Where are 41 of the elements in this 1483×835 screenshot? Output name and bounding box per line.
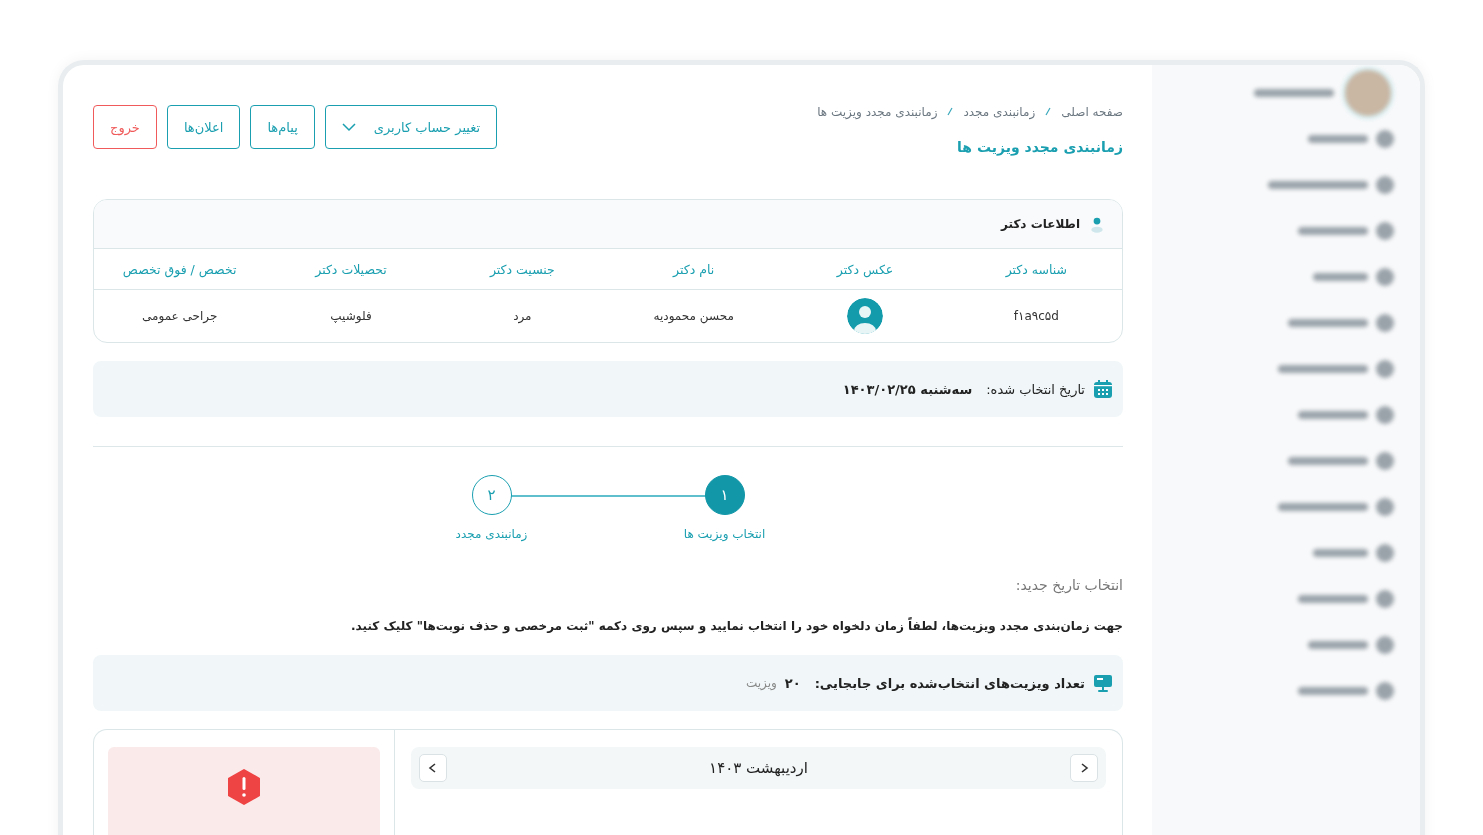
count-unit: ویزیت <box>745 676 777 690</box>
date-label: تاریخ انتخاب شده: <box>986 381 1085 397</box>
chevron-down-icon <box>341 122 356 132</box>
section-label: انتخاب تاریخ جدید: <box>1014 577 1123 593</box>
table-cell-text: فلوشیپ <box>329 308 373 325</box>
date-value: سه‌شنبه ۱۴۰۳/۰۲/۲۵ <box>842 381 973 397</box>
account-dropdown[interactable]: تغییر حساب کاربری <box>324 105 498 149</box>
step-circle: ۱ <box>704 475 745 515</box>
card-title: اطلاعات دکتر <box>1001 217 1080 231</box>
header-button[interactable]: پیام‌ها <box>250 105 315 149</box>
table-cell-text: محسن محمودیه <box>652 308 735 326</box>
table-cell-text: جراحی عمومی <box>141 308 219 326</box>
column-header: تخصص / فوق تخصص <box>94 249 266 290</box>
column-header: شناسه دکتر <box>950 249 1122 290</box>
monitor-icon <box>1093 673 1113 693</box>
column-header: تحصیلات دکتر <box>265 249 437 290</box>
page-title: زمانبندی مجدد ویزیت ها <box>956 139 1123 155</box>
breadcrumb-link[interactable]: زمانبندی مجدد ویزیت ها <box>817 105 938 119</box>
column-header: جنسیت دکتر <box>436 249 608 290</box>
instruction-text: جهت زمان‌بندی مجدد ویزیت‌ها، لطفاً زمان دلخواه خود را انتخاب نمایید و سپس روی دکمه "ثبت مرخصی و حذف نوبت‌ها" کلیک کنید. <box>350 619 1123 633</box>
prev-month-button[interactable] <box>419 754 447 782</box>
count-value: ۲۰ <box>784 675 801 691</box>
breadcrumb-link[interactable]: زمانبندی مجدد <box>963 105 1036 119</box>
next-month-button[interactable] <box>1070 754 1098 782</box>
step-circle: ۲ <box>471 475 512 515</box>
chevron-left-icon <box>428 763 438 773</box>
calendar-icon <box>1093 379 1113 399</box>
column-header: عکس دکتر <box>779 249 951 290</box>
step-label: انتخاب ویزیت ها <box>683 527 766 541</box>
month-title: اردیبهشت ۱۴۰۳ <box>709 759 808 777</box>
chevron-right-icon <box>1079 763 1089 773</box>
column-header: نام دکتر <box>608 249 780 290</box>
table-cell-text: مرد <box>512 308 533 326</box>
warning-icon <box>227 769 261 805</box>
step-label: زمانبندی مجدد <box>455 527 528 541</box>
logout-button[interactable]: خروج <box>93 105 157 149</box>
count-label: تعداد ویزیت‌های انتخاب‌شده برای جابجایی: <box>814 675 1085 691</box>
breadcrumb-link[interactable]: صفحه اصلی <box>1061 105 1123 119</box>
header-button[interactable]: اعلان‌ها <box>166 105 241 149</box>
table-cell-text: f۱a۹c۵d <box>1012 308 1060 325</box>
avatar-icon <box>847 298 883 334</box>
